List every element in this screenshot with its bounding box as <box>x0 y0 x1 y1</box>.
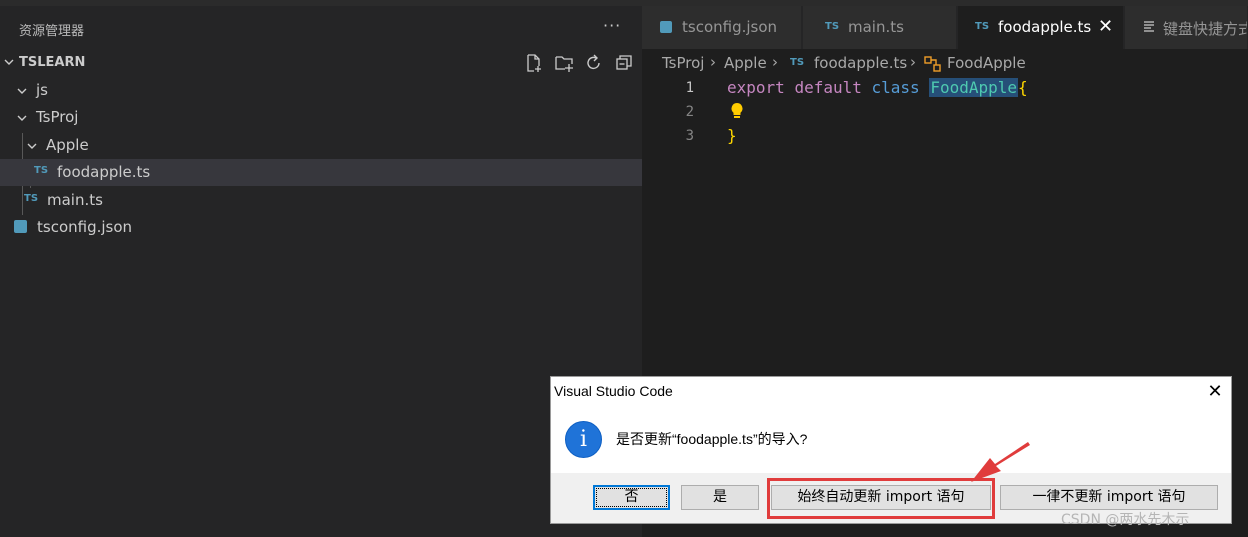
code-keyword: class <box>871 78 920 97</box>
json-file-icon <box>660 21 672 33</box>
lightbulb-icon[interactable] <box>730 102 744 120</box>
typescript-file-icon: TS <box>825 21 840 32</box>
tab-label: main.ts <box>848 18 904 36</box>
tree-item-label: js <box>36 81 48 99</box>
breadcrumb-separator: › <box>772 53 778 71</box>
new-file-icon[interactable] <box>524 53 544 73</box>
dialog-message: 是否更新“foodapple.ts”的导入? <box>616 431 808 447</box>
code-class-name: FoodApple <box>929 78 1019 97</box>
highlight-annotation-box <box>767 478 995 519</box>
workspace-section-header[interactable]: TSLEARN <box>0 49 642 77</box>
class-symbol-icon <box>924 56 941 72</box>
tab-tsconfig-json[interactable]: tsconfig.json <box>642 6 802 49</box>
tree-item-label: Apple <box>46 136 89 154</box>
json-file-icon <box>14 220 27 233</box>
chevron-down-icon <box>27 143 37 149</box>
typescript-file-icon: TS <box>34 165 49 176</box>
tree-item-label: foodapple.ts <box>57 163 151 181</box>
info-icon: i <box>565 421 602 458</box>
no-button[interactable]: 否 <box>593 485 670 510</box>
typescript-file-icon: TS <box>975 21 990 32</box>
tab-label: foodapple.ts <box>998 18 1092 36</box>
breadcrumb-item[interactable]: Apple <box>724 54 767 72</box>
breadcrumb-item[interactable]: TsProj <box>662 54 704 72</box>
tree-item-apple[interactable]: Apple <box>0 132 642 159</box>
tree-item-label: tsconfig.json <box>37 218 133 236</box>
explorer-sidebar: 资源管理器 ··· TSLEARN js TsProj Apple TS foo… <box>0 6 642 537</box>
tab-foodapple-ts[interactable]: TS foodapple.ts ✕ <box>958 6 1124 49</box>
tab-main-ts[interactable]: TS main.ts <box>803 6 957 49</box>
new-folder-icon[interactable] <box>554 53 574 73</box>
code-keyword: default <box>794 78 862 97</box>
breadcrumb: TsProj › Apple › TS foodapple.ts › FoodA… <box>642 49 1248 77</box>
more-actions-button[interactable]: ··· <box>603 16 621 35</box>
breadcrumb-item[interactable]: FoodApple <box>947 54 1026 72</box>
breadcrumb-item[interactable]: foodapple.ts <box>814 54 907 72</box>
chevron-down-icon <box>17 115 27 121</box>
workspace-name: TSLEARN <box>19 55 86 70</box>
tab-label: tsconfig.json <box>682 18 778 36</box>
line-number: 2 <box>685 104 694 120</box>
code-line[interactable]: export default class FoodApple{ <box>727 78 1028 97</box>
tree-item-tsconfig-json[interactable]: tsconfig.json <box>0 214 642 241</box>
code-keyword: export <box>727 78 785 97</box>
line-number: 3 <box>685 128 694 144</box>
refresh-icon[interactable] <box>584 53 604 73</box>
tree-item-tsproj[interactable]: TsProj <box>0 104 642 131</box>
tree-item-js[interactable]: js <box>0 77 642 104</box>
tree-item-foodapple-ts[interactable]: TS foodapple.ts <box>0 159 642 186</box>
explorer-header: 资源管理器 ··· <box>0 6 642 49</box>
keyboard-shortcuts-icon <box>1144 21 1154 32</box>
collapse-all-icon[interactable] <box>614 53 634 73</box>
chevron-down-icon <box>17 88 27 94</box>
tree-item-label: main.ts <box>47 191 103 209</box>
dialog-close-button[interactable]: ✕ <box>1202 379 1228 405</box>
tree-item-label: TsProj <box>36 108 79 126</box>
breadcrumb-separator: › <box>910 53 916 71</box>
code-line[interactable]: } <box>727 126 737 145</box>
never-update-imports-button[interactable]: 一律不更新 import 语句 <box>1000 485 1218 510</box>
chevron-down-icon <box>4 59 14 65</box>
yes-button[interactable]: 是 <box>681 485 759 510</box>
explorer-title: 资源管理器 <box>19 24 85 39</box>
dialog-title: Visual Studio Code <box>554 383 673 399</box>
line-number: 1 <box>685 80 694 96</box>
breadcrumb-separator: › <box>710 53 716 71</box>
tab-bar: tsconfig.json TS main.ts TS foodapple.ts… <box>642 6 1248 49</box>
tab-label: 键盘快捷方式 <box>1163 20 1248 38</box>
typescript-file-icon: TS <box>790 57 805 68</box>
close-tab-icon[interactable]: ✕ <box>1098 16 1113 37</box>
info-glyph: i <box>579 427 588 452</box>
tree-item-main-ts[interactable]: TS main.ts <box>0 187 642 214</box>
tab-keyboard-shortcuts[interactable]: 键盘快捷方式 <box>1125 6 1248 49</box>
code-brace: { <box>1018 78 1028 97</box>
typescript-file-icon: TS <box>24 193 39 204</box>
watermark: CSDN @两水先木示 <box>1061 512 1190 528</box>
update-imports-dialog: Visual Studio Code ✕ i 是否更新“foodapple.ts… <box>550 376 1232 524</box>
code-brace: } <box>727 126 737 145</box>
